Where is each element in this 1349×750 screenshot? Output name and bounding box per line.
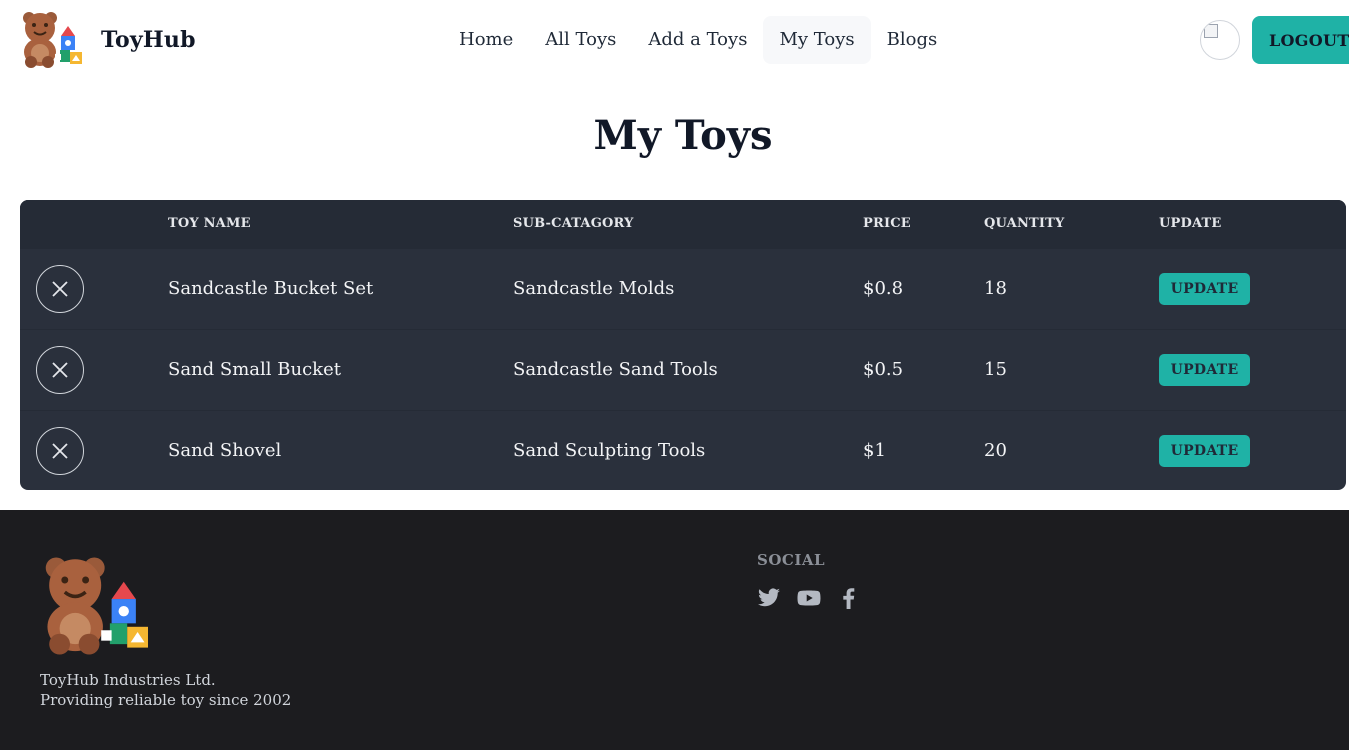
column-header-update: UPDATE bbox=[1159, 216, 1222, 231]
column-header-quantity: QUANTITY bbox=[984, 216, 1065, 231]
close-icon bbox=[52, 362, 68, 378]
quantity-cell: 20 bbox=[984, 440, 1007, 461]
footer-tagline: Providing reliable toy since 2002 bbox=[40, 691, 292, 709]
nav-item-all-toys[interactable]: All Toys bbox=[529, 16, 632, 64]
my-toys-table: TOY NAME SUB-CATAGORY PRICE QUANTITY UPD… bbox=[20, 200, 1346, 490]
nav-item-add-toys[interactable]: Add a Toys bbox=[632, 16, 763, 64]
page-title: My Toys bbox=[593, 112, 773, 159]
teddy-bear-logo bbox=[23, 12, 82, 68]
footer-company-info: ToyHub Industries Ltd. Providing reliabl… bbox=[40, 670, 291, 710]
close-icon bbox=[52, 281, 68, 297]
broken-image-icon bbox=[1204, 24, 1218, 38]
column-header-sub-category: SUB-CATAGORY bbox=[513, 216, 634, 231]
toy-name-cell: Sand Shovel bbox=[168, 440, 282, 461]
toy-name-cell: Sandcastle Bucket Set bbox=[168, 278, 374, 299]
main-nav: Home All Toys Add a Toys My Toys Blogs bbox=[443, 16, 953, 64]
navbar: ToyHub Home All Toys Add a Toys My Toys … bbox=[0, 0, 1349, 80]
youtube-icon[interactable] bbox=[797, 586, 821, 610]
sub-category-cell: Sandcastle Molds bbox=[513, 278, 675, 299]
twitter-icon[interactable] bbox=[757, 586, 781, 610]
nav-item-my-toys[interactable]: My Toys bbox=[763, 16, 871, 64]
price-cell: $0.8 bbox=[863, 278, 904, 299]
sub-category-cell: Sandcastle Sand Tools bbox=[513, 359, 718, 380]
table-row: Sand Shovel Sand Sculpting Tools $1 20 U… bbox=[20, 410, 1346, 490]
logout-button[interactable]: LOGOUT bbox=[1252, 16, 1349, 64]
delete-button[interactable] bbox=[36, 265, 84, 313]
brand-name: ToyHub bbox=[101, 27, 196, 53]
update-button[interactable]: UPDATE bbox=[1159, 273, 1250, 305]
column-header-price: PRICE bbox=[863, 216, 911, 231]
user-avatar[interactable] bbox=[1200, 20, 1240, 60]
delete-button[interactable] bbox=[36, 346, 84, 394]
quantity-cell: 15 bbox=[984, 359, 1007, 380]
price-cell: $0.5 bbox=[863, 359, 904, 380]
table-row: Sand Small Bucket Sandcastle Sand Tools … bbox=[20, 329, 1346, 410]
nav-item-home[interactable]: Home bbox=[443, 16, 529, 64]
footer-company-name: ToyHub Industries Ltd. bbox=[40, 671, 216, 689]
sub-category-cell: Sand Sculpting Tools bbox=[513, 440, 706, 461]
footer: ToyHub Industries Ltd. Providing reliabl… bbox=[0, 510, 1349, 750]
delete-button[interactable] bbox=[36, 427, 84, 475]
social-title: SOCIAL bbox=[757, 551, 826, 569]
update-button[interactable]: UPDATE bbox=[1159, 435, 1250, 467]
social-links bbox=[757, 586, 861, 610]
facebook-icon[interactable] bbox=[837, 586, 861, 610]
table-header: TOY NAME SUB-CATAGORY PRICE QUANTITY UPD… bbox=[20, 200, 1346, 248]
column-header-toy-name: TOY NAME bbox=[168, 216, 251, 231]
price-cell: $1 bbox=[863, 440, 886, 461]
quantity-cell: 18 bbox=[984, 278, 1007, 299]
table-row: Sandcastle Bucket Set Sandcastle Molds $… bbox=[20, 248, 1346, 329]
close-icon bbox=[52, 443, 68, 459]
nav-item-blogs[interactable]: Blogs bbox=[871, 16, 954, 64]
update-button[interactable]: UPDATE bbox=[1159, 354, 1250, 386]
teddy-bear-logo bbox=[45, 557, 148, 655]
toy-name-cell: Sand Small Bucket bbox=[168, 359, 341, 380]
brand[interactable]: ToyHub bbox=[20, 10, 196, 70]
